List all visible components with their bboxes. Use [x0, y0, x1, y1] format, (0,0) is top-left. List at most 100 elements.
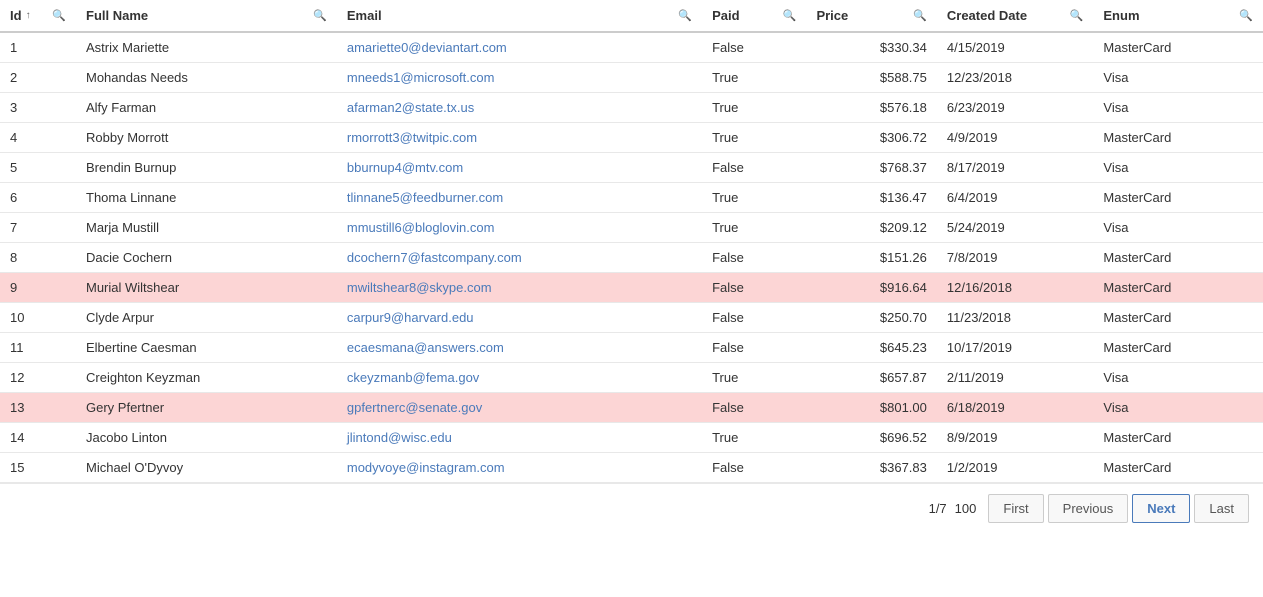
first-button[interactable]: First: [988, 494, 1043, 523]
cell-id: 14: [0, 423, 76, 453]
email-link[interactable]: carpur9@harvard.edu: [347, 310, 474, 325]
table-row: 10 Clyde Arpur carpur9@harvard.edu False…: [0, 303, 1263, 333]
cell-email[interactable]: mwiltshear8@skype.com: [337, 273, 702, 303]
cell-paid: True: [702, 123, 806, 153]
email-link[interactable]: modyvoye@instagram.com: [347, 460, 505, 475]
table-row: 8 Dacie Cochern dcochern7@fastcompany.co…: [0, 243, 1263, 273]
cell-createddate: 8/9/2019: [937, 423, 1094, 453]
email-link[interactable]: tlinnane5@feedburner.com: [347, 190, 503, 205]
cell-email[interactable]: modyvoye@instagram.com: [337, 453, 702, 483]
email-link[interactable]: ckeyzmanb@fema.gov: [347, 370, 479, 385]
email-link[interactable]: mneeds1@microsoft.com: [347, 70, 495, 85]
cell-enum: MasterCard: [1093, 123, 1263, 153]
cell-fullname: Jacobo Linton: [76, 423, 337, 453]
email-link[interactable]: gpfertnerc@senate.gov: [347, 400, 482, 415]
cell-fullname: Robby Morrott: [76, 123, 337, 153]
table-row: 11 Elbertine Caesman ecaesmana@answers.c…: [0, 333, 1263, 363]
search-icon-price[interactable]: 🔍: [913, 9, 927, 22]
cell-id: 10: [0, 303, 76, 333]
col-header-enum[interactable]: Enum 🔍: [1093, 0, 1263, 32]
col-header-email[interactable]: Email 🔍: [337, 0, 702, 32]
sort-icon-id[interactable]: ↑: [26, 10, 31, 21]
email-link[interactable]: afarman2@state.tx.us: [347, 100, 474, 115]
cell-email[interactable]: dcochern7@fastcompany.com: [337, 243, 702, 273]
cell-createddate: 5/24/2019: [937, 213, 1094, 243]
email-link[interactable]: jlintond@wisc.edu: [347, 430, 452, 445]
cell-createddate: 8/17/2019: [937, 153, 1094, 183]
search-icon-paid[interactable]: 🔍: [783, 9, 797, 22]
table-header: Id ↑ 🔍 Full Name 🔍 Email 🔍: [0, 0, 1263, 32]
col-header-price[interactable]: Price 🔍: [806, 0, 936, 32]
cell-paid: True: [702, 423, 806, 453]
cell-email[interactable]: gpfertnerc@senate.gov: [337, 393, 702, 423]
cell-createddate: 11/23/2018: [937, 303, 1094, 333]
next-button[interactable]: Next: [1132, 494, 1190, 523]
cell-createddate: 4/9/2019: [937, 123, 1094, 153]
email-link[interactable]: ecaesmana@answers.com: [347, 340, 504, 355]
col-header-paid[interactable]: Paid 🔍: [702, 0, 806, 32]
search-icon-createddate[interactable]: 🔍: [1070, 9, 1084, 22]
cell-price: $250.70: [806, 303, 936, 333]
col-enum-label: Enum: [1103, 8, 1139, 23]
cell-paid: True: [702, 63, 806, 93]
cell-paid: False: [702, 453, 806, 483]
cell-email[interactable]: jlintond@wisc.edu: [337, 423, 702, 453]
search-icon-enum[interactable]: 🔍: [1239, 9, 1253, 22]
cell-id: 13: [0, 393, 76, 423]
last-button[interactable]: Last: [1194, 494, 1249, 523]
cell-email[interactable]: amariette0@deviantart.com: [337, 32, 702, 63]
col-header-createddate[interactable]: Created Date 🔍: [937, 0, 1094, 32]
cell-fullname: Elbertine Caesman: [76, 333, 337, 363]
cell-email[interactable]: ecaesmana@answers.com: [337, 333, 702, 363]
cell-id: 11: [0, 333, 76, 363]
cell-email[interactable]: rmorrott3@twitpic.com: [337, 123, 702, 153]
cell-id: 8: [0, 243, 76, 273]
cell-paid: False: [702, 32, 806, 63]
table-row: 7 Marja Mustill mmustill6@bloglovin.com …: [0, 213, 1263, 243]
pagination-bar: 1/7 100 First Previous Next Last: [0, 483, 1263, 533]
cell-id: 5: [0, 153, 76, 183]
cell-enum: Visa: [1093, 153, 1263, 183]
cell-paid: False: [702, 393, 806, 423]
cell-email[interactable]: carpur9@harvard.edu: [337, 303, 702, 333]
table-row: 12 Creighton Keyzman ckeyzmanb@fema.gov …: [0, 363, 1263, 393]
search-icon-email[interactable]: 🔍: [678, 9, 692, 22]
cell-createddate: 6/18/2019: [937, 393, 1094, 423]
cell-paid: False: [702, 243, 806, 273]
cell-paid: False: [702, 273, 806, 303]
table-row: 13 Gery Pfertner gpfertnerc@senate.gov F…: [0, 393, 1263, 423]
table-row: 4 Robby Morrott rmorrott3@twitpic.com Tr…: [0, 123, 1263, 153]
cell-email[interactable]: tlinnane5@feedburner.com: [337, 183, 702, 213]
cell-email[interactable]: bburnup4@mtv.com: [337, 153, 702, 183]
email-link[interactable]: bburnup4@mtv.com: [347, 160, 463, 175]
cell-createddate: 7/8/2019: [937, 243, 1094, 273]
cell-enum: MasterCard: [1093, 333, 1263, 363]
cell-email[interactable]: afarman2@state.tx.us: [337, 93, 702, 123]
cell-price: $576.18: [806, 93, 936, 123]
previous-button[interactable]: Previous: [1048, 494, 1129, 523]
cell-fullname: Alfy Farman: [76, 93, 337, 123]
col-header-fullname[interactable]: Full Name 🔍: [76, 0, 337, 32]
email-link[interactable]: amariette0@deviantart.com: [347, 40, 507, 55]
cell-email[interactable]: mmustill6@bloglovin.com: [337, 213, 702, 243]
cell-createddate: 10/17/2019: [937, 333, 1094, 363]
col-paid-label: Paid: [712, 8, 739, 23]
cell-email[interactable]: mneeds1@microsoft.com: [337, 63, 702, 93]
col-header-id[interactable]: Id ↑ 🔍: [0, 0, 76, 32]
cell-price: $330.34: [806, 32, 936, 63]
cell-enum: MasterCard: [1093, 423, 1263, 453]
data-table-container: Id ↑ 🔍 Full Name 🔍 Email 🔍: [0, 0, 1263, 533]
email-link[interactable]: mmustill6@bloglovin.com: [347, 220, 495, 235]
email-link[interactable]: dcochern7@fastcompany.com: [347, 250, 522, 265]
search-icon-id[interactable]: 🔍: [52, 9, 66, 22]
cell-paid: True: [702, 183, 806, 213]
search-icon-fullname[interactable]: 🔍: [313, 9, 327, 22]
email-link[interactable]: rmorrott3@twitpic.com: [347, 130, 477, 145]
cell-price: $306.72: [806, 123, 936, 153]
cell-id: 7: [0, 213, 76, 243]
col-price-label: Price: [816, 8, 848, 23]
cell-email[interactable]: ckeyzmanb@fema.gov: [337, 363, 702, 393]
cell-fullname: Thoma Linnane: [76, 183, 337, 213]
email-link[interactable]: mwiltshear8@skype.com: [347, 280, 492, 295]
cell-createddate: 2/11/2019: [937, 363, 1094, 393]
